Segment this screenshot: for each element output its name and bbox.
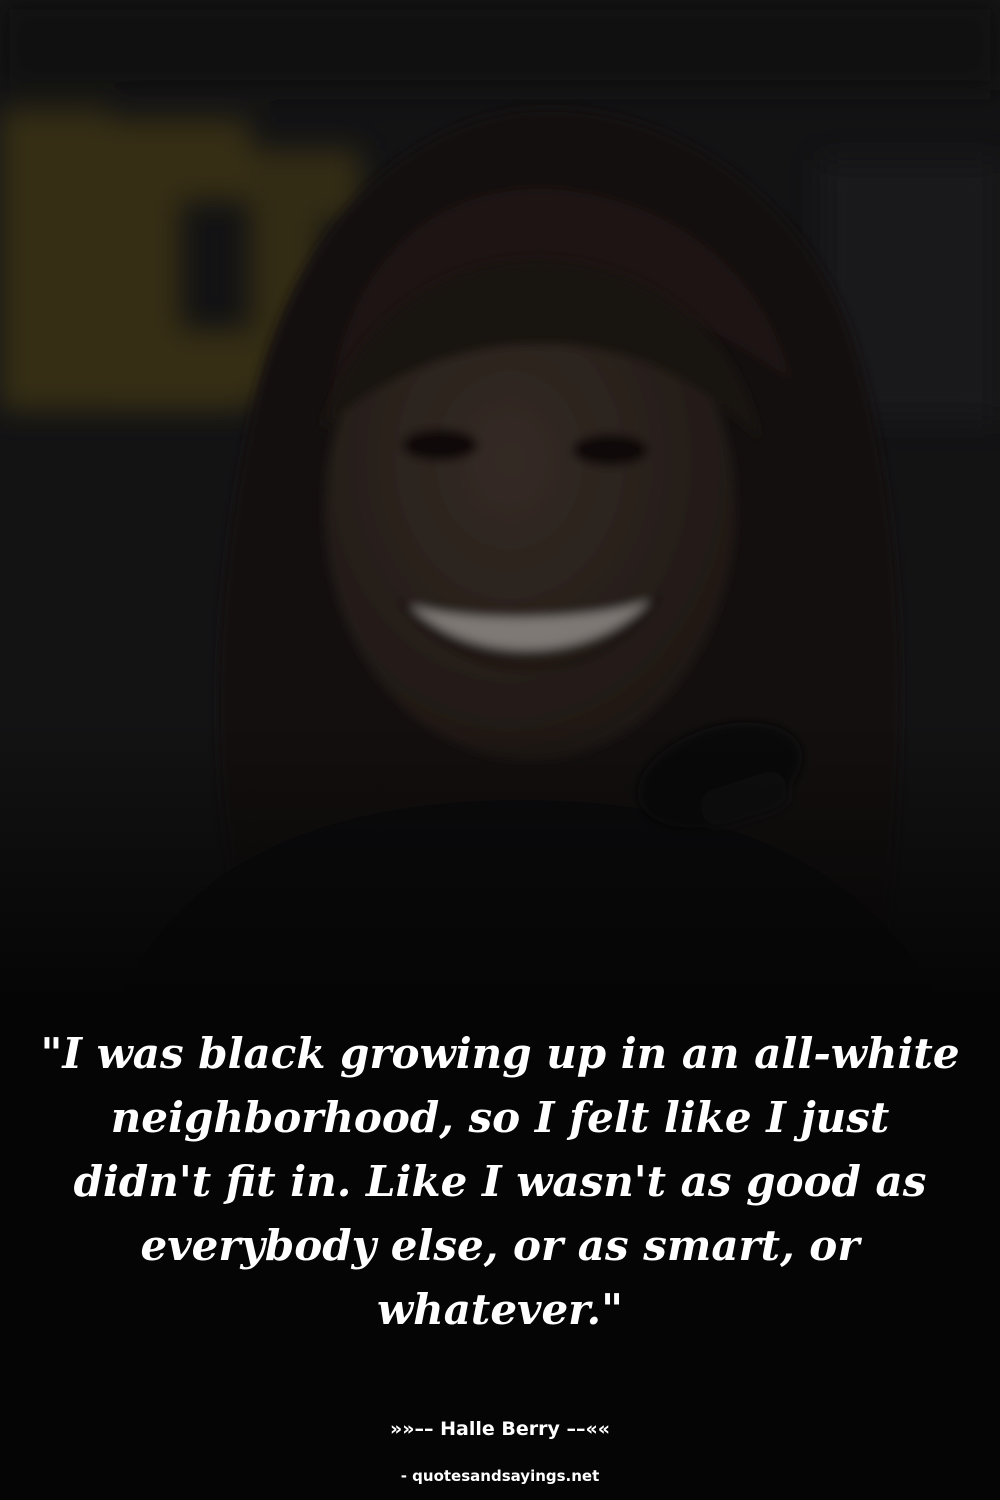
portrait-photo [0,0,1000,1000]
quote-author: »»–– Halle Berry ––«« [389,1418,611,1440]
source-website: - quotesandsayings.net [400,1467,600,1485]
quote-poster: "I was black growing up in an all-white … [0,0,1000,1500]
photo-fade [0,0,1000,1000]
quote-text: "I was black growing up in an all-white … [40,1029,960,1334]
